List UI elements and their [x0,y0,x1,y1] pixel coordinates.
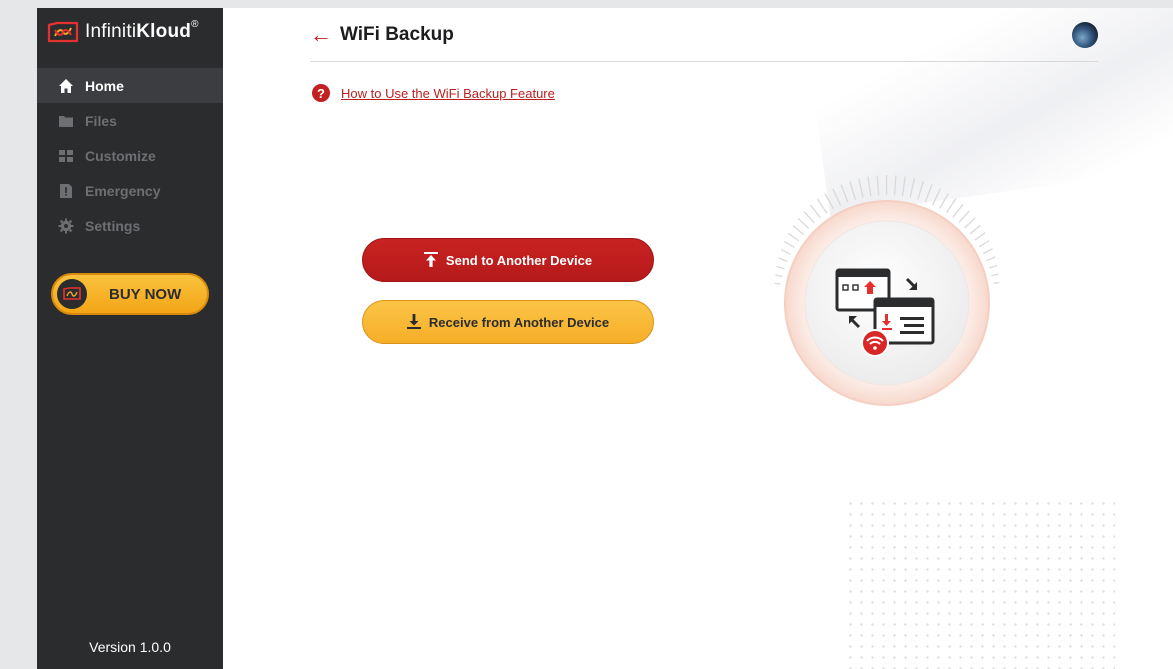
gear-icon [57,217,75,235]
tick-mark [893,175,897,196]
sidebar-item-home[interactable]: Home [37,68,223,103]
tick-mark [788,232,800,242]
tick-mark [780,248,791,255]
back-arrow-button[interactable]: ← [310,23,332,46]
buy-now-label: BUY NOW [109,285,182,303]
page-title: WiFi Backup [340,23,454,45]
sidebar-nav: Home Files Customize Emergency Settings [37,68,223,243]
tick-mark [917,180,924,200]
tick-mark [809,204,822,219]
tick-mark [991,273,999,277]
tick-mark [792,225,804,235]
receive-label: Receive from Another Device [428,314,610,330]
tick-mark [797,217,810,229]
folder-icon [57,112,75,130]
sidebar-item-label: Settings [85,217,141,234]
send-label: Send to Another Device [445,252,593,268]
tick-mark [945,198,957,214]
sidebar-item-emergency[interactable]: Emergency [37,173,223,208]
sidebar-item-label: Emergency [85,182,161,199]
tick-mark [974,232,986,241]
wifi-backup-illustration [757,173,1017,433]
tick-mark [993,281,1000,285]
customize-icon [57,147,75,165]
tick-mark [924,184,933,203]
dot-pattern-decoration [845,498,1115,669]
tick-mark [816,198,828,214]
sidebar-item-label: Home [85,77,124,94]
sidebar-item-label: Customize [85,147,156,164]
tick-mark [952,204,964,218]
tick-mark [986,256,996,262]
tick-mark [909,178,916,198]
upload-icon [423,252,438,268]
home-icon [57,77,75,95]
sidebar-item-settings[interactable]: Settings [37,208,223,243]
sidebar-item-files[interactable]: Files [37,103,223,138]
tick-mark [969,224,981,235]
sidebar-item-customize[interactable]: Customize [37,138,223,173]
receive-from-device-button[interactable]: Receive from Another Device [362,300,654,344]
tick-mark [939,192,949,210]
tick-mark [989,264,998,269]
tick-mark [978,240,990,248]
tick-mark [774,282,781,285]
avatar[interactable] [1072,22,1098,48]
app-window: InfinitiKloud® Home Files Customize Emer… [37,8,1173,669]
buy-now-button[interactable]: BUY NOW [51,273,209,315]
tick-mark [824,193,835,210]
help-icon: ? [312,84,330,102]
tick-mark [776,265,785,270]
main-content: ← WiFi Backup ? How to Use the WiFi Back… [223,8,1173,669]
emergency-icon [57,182,75,200]
help-link-row: ? How to Use the WiFi Backup Feature [312,84,555,102]
help-link[interactable]: How to Use the WiFi Backup Feature [341,86,555,101]
tick-mark [778,257,788,263]
app-version: Version 1.0.0 [89,639,171,655]
tick-mark [803,211,815,224]
tick-mark [849,181,857,200]
tick-mark [775,274,783,278]
download-icon [406,314,421,330]
infinitikloud-logo-icon [47,21,79,43]
tick-mark [876,175,880,196]
sidebar: InfinitiKloud® Home Files Customize Emer… [37,8,223,669]
tick-mark [901,176,906,197]
tick-mark [832,188,842,206]
send-to-device-button[interactable]: Send to Another Device [362,238,654,282]
brand-name: InfinitiKloud® [85,19,199,42]
tick-mark [958,210,970,223]
tick-mark [982,248,993,255]
tick-mark [932,188,941,206]
sidebar-item-label: Files [85,112,117,129]
tick-mark [840,184,849,203]
tick-mark [867,176,872,197]
tick-mark [784,240,795,248]
tick-mark [858,178,864,198]
page-header: ← WiFi Backup [310,8,1098,62]
brand-mark-icon [57,279,87,309]
brand-logo: InfinitiKloud® [37,8,223,56]
tick-mark [964,217,976,229]
